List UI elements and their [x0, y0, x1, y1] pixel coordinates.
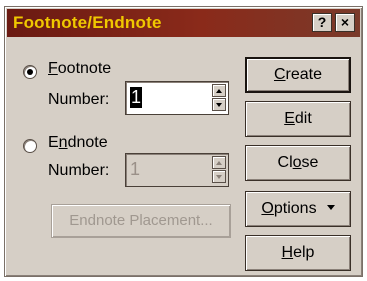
footnote-label-rest: ootnote [57, 60, 112, 77]
footnote-label-mnemonic: F [48, 60, 58, 77]
footnote-number-spinner[interactable]: 1 [125, 81, 229, 115]
options-button[interactable]: Options [245, 191, 351, 227]
footnote-number-label: Number: [48, 91, 110, 108]
title-bar[interactable]: Footnote/Endnote ? × [7, 9, 360, 37]
endnote-spin-down[interactable] [212, 170, 226, 183]
close-button[interactable]: Close [245, 145, 351, 181]
endnote-label-rest: dnote [67, 134, 108, 151]
options-label-rest: ptions [273, 200, 317, 217]
help-mnemonic: H [281, 244, 294, 261]
endnote-spin-up[interactable] [212, 156, 226, 169]
footnote-spin-down[interactable] [212, 98, 226, 111]
footnote-endnote-dialog: Footnote/Endnote ? × Footnote Number: 1 … [4, 6, 363, 277]
endnote-number-value[interactable]: 1 [130, 159, 140, 180]
window-title: Footnote/Endnote [13, 13, 162, 32]
endnote-radio-label[interactable]: Endnote [48, 134, 108, 152]
footnote-radio[interactable] [23, 65, 37, 79]
edit-mnemonic: E [284, 110, 295, 127]
help-question-icon: ? [317, 14, 327, 30]
help-label-rest: elp [293, 244, 315, 261]
dropdown-arrow-icon [326, 205, 335, 210]
endnote-number-label: Number: [48, 162, 110, 179]
edit-button[interactable]: Edit [245, 101, 351, 137]
close-title-button[interactable]: × [335, 13, 355, 32]
create-button[interactable]: Create [245, 57, 351, 93]
endnote-radio[interactable] [23, 139, 37, 153]
spin-up-arrow-icon [216, 161, 222, 165]
help-button[interactable]: Help [245, 235, 351, 271]
endnote-number-spinner[interactable]: 1 [125, 153, 229, 187]
options-mnemonic: O [261, 200, 274, 217]
endnote-placement-button[interactable]: Endnote Placement... [51, 204, 231, 238]
create-mnemonic: C [273, 66, 286, 83]
endnote-label-first: E [48, 134, 59, 151]
spin-down-arrow-icon [216, 103, 222, 107]
footnote-spin-up[interactable] [212, 84, 226, 97]
footnote-number-value[interactable]: 1 [130, 87, 143, 108]
endnote-label-mnemonic: n [58, 134, 68, 151]
close-label-first: Cl [277, 154, 293, 171]
radio-selected-dot [27, 69, 33, 75]
spin-up-arrow-icon [216, 89, 222, 93]
close-mnemonic: o [292, 154, 302, 171]
footnote-radio-label[interactable]: Footnote [48, 60, 111, 78]
help-title-button[interactable]: ? [312, 13, 332, 32]
edit-label-rest: dit [294, 110, 312, 127]
close-icon: × [340, 14, 350, 30]
spin-down-arrow-icon [216, 175, 222, 179]
close-label-rest: se [301, 154, 319, 171]
create-label-rest: reate [285, 66, 323, 83]
